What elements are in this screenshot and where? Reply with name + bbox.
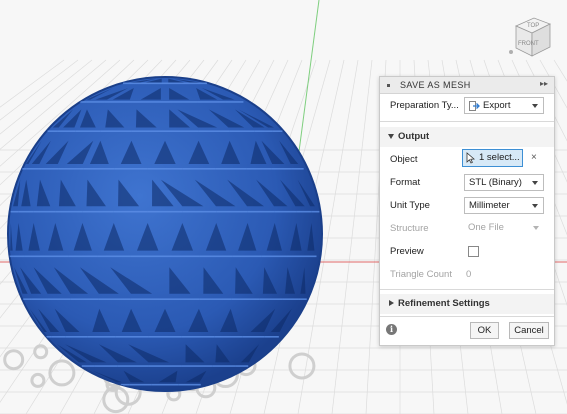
expand-dialog-icon[interactable]: ▸▸ bbox=[540, 79, 548, 88]
unit-type-select[interactable]: Millimeter bbox=[464, 197, 544, 214]
lattice-sphere-mesh[interactable] bbox=[7, 76, 323, 392]
preparation-type-row: Preparation Ty... Export bbox=[380, 95, 554, 117]
object-label: Object bbox=[390, 154, 418, 165]
divider bbox=[380, 121, 554, 122]
viewcube-front-label[interactable]: FRONT bbox=[518, 41, 539, 47]
expand-triangle-icon bbox=[389, 300, 394, 306]
format-row: Format STL (Binary) bbox=[380, 172, 554, 194]
unit-type-value: Millimeter bbox=[469, 200, 510, 211]
preparation-type-value: Export bbox=[483, 100, 511, 111]
triangle-count-label: Triangle Count bbox=[390, 269, 452, 280]
preview-label: Preview bbox=[390, 246, 424, 257]
triangle-count-value: 0 bbox=[466, 269, 472, 280]
structure-row: Structure One File bbox=[380, 218, 554, 240]
collapse-triangle-icon bbox=[388, 134, 394, 139]
preparation-type-label: Preparation Ty... bbox=[390, 100, 459, 111]
object-selection-button[interactable]: 1 select... bbox=[462, 149, 523, 167]
dialog-title: SAVE AS MESH bbox=[400, 80, 471, 90]
viewcube-top-label[interactable]: TOP bbox=[527, 23, 539, 29]
dialog-header[interactable]: SAVE AS MESH ▸▸ bbox=[380, 77, 554, 94]
export-icon bbox=[469, 101, 480, 114]
save-as-mesh-dialog: SAVE AS MESH ▸▸ Preparation Ty... Export… bbox=[379, 76, 555, 346]
refinement-settings-title: Refinement Settings bbox=[398, 298, 490, 309]
output-section-header[interactable]: Output bbox=[380, 127, 554, 147]
structure-select[interactable]: One File bbox=[464, 220, 544, 237]
chevron-down-icon bbox=[532, 104, 538, 108]
output-section-title: Output bbox=[398, 131, 430, 142]
chevron-down-icon bbox=[533, 226, 539, 230]
preview-row: Preview bbox=[380, 241, 554, 263]
chevron-down-icon bbox=[532, 181, 538, 185]
dialog-grip-icon[interactable] bbox=[387, 84, 390, 87]
unit-type-row: Unit Type Millimeter bbox=[380, 195, 554, 217]
unit-type-label: Unit Type bbox=[390, 200, 430, 211]
refinement-settings-header[interactable]: Refinement Settings bbox=[380, 294, 554, 314]
structure-label: Structure bbox=[390, 223, 429, 234]
object-selection-value: 1 select... bbox=[479, 152, 520, 163]
dialog-footer: i OK Cancel bbox=[380, 321, 554, 345]
format-select[interactable]: STL (Binary) bbox=[464, 174, 544, 191]
view-cube[interactable]: TOP FRONT bbox=[506, 12, 556, 64]
preparation-type-select[interactable]: Export bbox=[464, 97, 544, 114]
divider bbox=[380, 289, 554, 290]
triangle-count-row: Triangle Count 0 bbox=[380, 264, 554, 286]
cancel-button[interactable]: Cancel bbox=[509, 322, 549, 339]
chevron-down-icon bbox=[532, 204, 538, 208]
format-label: Format bbox=[390, 177, 421, 188]
format-value: STL (Binary) bbox=[469, 177, 522, 188]
ok-button[interactable]: OK bbox=[470, 322, 499, 339]
divider bbox=[380, 316, 554, 317]
cursor-arrow-icon bbox=[466, 152, 476, 167]
object-row: Object 1 select... × bbox=[380, 149, 554, 171]
info-icon[interactable]: i bbox=[386, 324, 397, 335]
clear-selection-icon[interactable]: × bbox=[531, 152, 537, 163]
preview-checkbox[interactable] bbox=[468, 246, 479, 257]
structure-value: One File bbox=[468, 222, 504, 233]
